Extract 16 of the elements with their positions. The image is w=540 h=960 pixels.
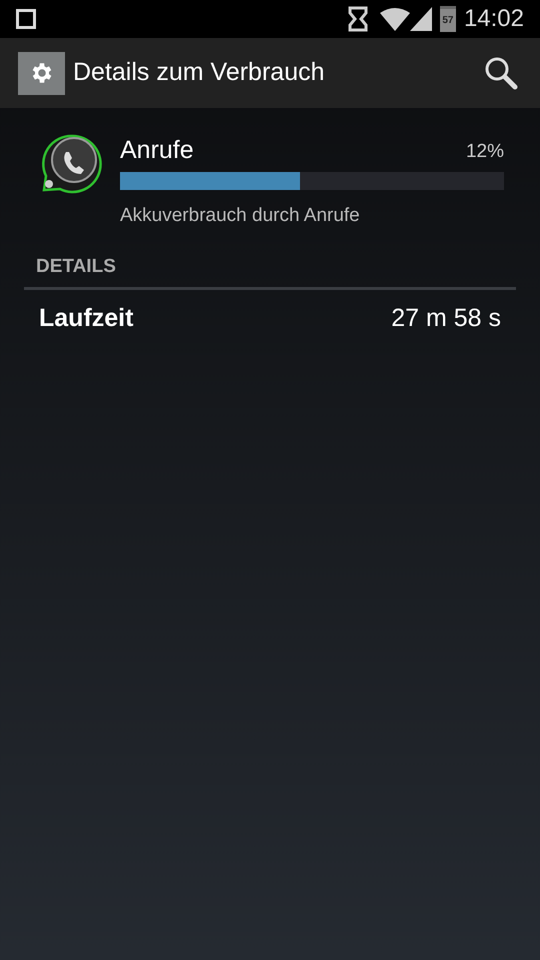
screen-title: Details zum Verbrauch [73,57,325,88]
detail-value: 27 m 58 s [391,303,501,334]
section-heading: DETAILS [36,256,116,276]
recent-apps-icon [16,9,36,29]
search-icon [484,56,518,90]
phone-app-icon [40,132,104,196]
usage-percent: 12% [466,140,504,164]
app-name: Anrufe [120,135,194,166]
clock: 14:02 [464,4,524,34]
hourglass-icon [348,6,368,32]
battery-icon: 57 [440,6,456,32]
detail-label: Laufzeit [39,303,134,334]
wifi-icon [380,7,410,31]
signal-icon [410,7,432,31]
usage-description: Akkuverbrauch durch Anrufe [120,204,361,228]
settings-button[interactable] [18,52,65,94]
